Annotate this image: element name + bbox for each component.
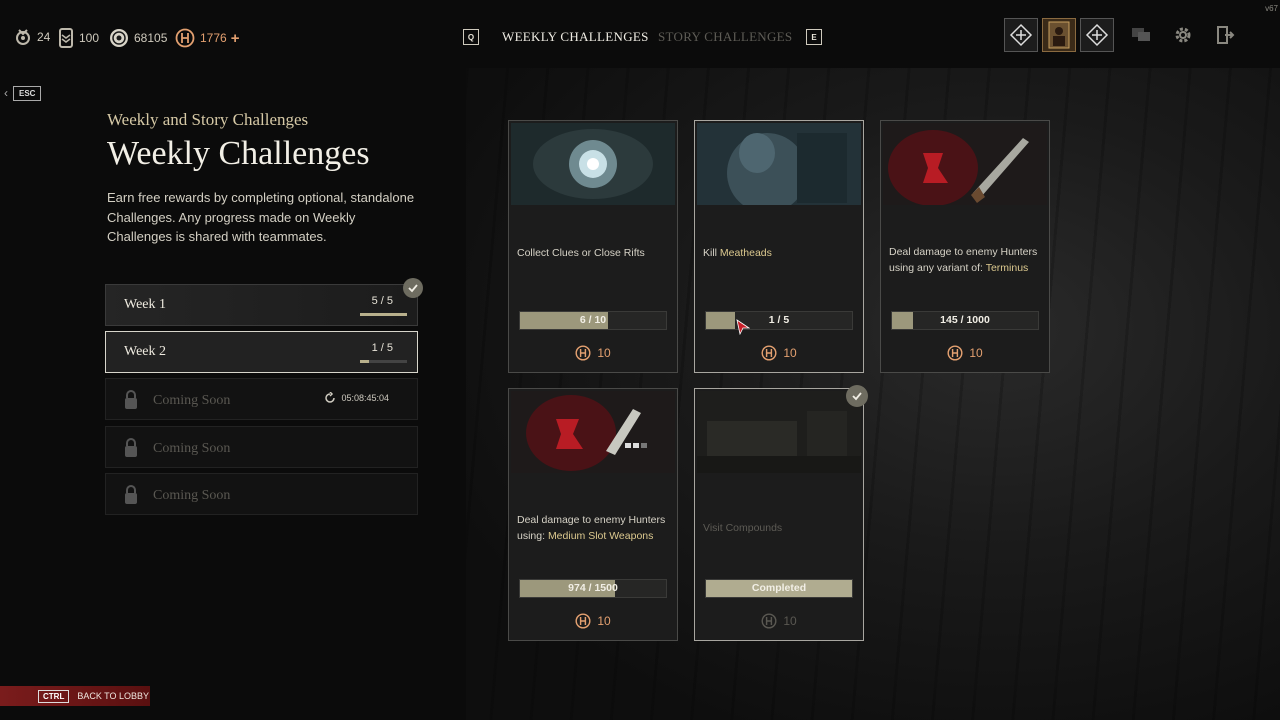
challenge-progress-text: 974 / 1500 <box>568 582 618 594</box>
refresh-icon <box>325 392 336 403</box>
lock-icon <box>125 438 137 457</box>
mouse-cursor-icon <box>736 319 750 335</box>
challenge-reward: 10 <box>509 613 677 629</box>
challenge-progress-text: Completed <box>751 582 807 594</box>
lock-icon <box>125 485 137 504</box>
challenge-progress-bar: 974 / 1500 <box>519 579 667 598</box>
challenge-card-meatheads[interactable]: Kill Meatheads 1 / 5 10 <box>694 120 864 373</box>
challenge-image-terminus <box>883 123 1047 205</box>
ctrl-key-label: CTRL <box>38 689 70 703</box>
page-subtitle: Weekly and Story Challenges <box>107 110 309 129</box>
challenge-progress-text: 6 / 10 <box>579 314 607 326</box>
trait-slot-button-2[interactable] <box>1080 18 1114 52</box>
week-item-1[interactable]: Week 1 5 / 5 <box>105 284 418 326</box>
settings-button[interactable] <box>1166 18 1200 52</box>
challenge-progress-bar: Completed <box>705 579 853 598</box>
locked-label: Coming Soon <box>153 393 231 408</box>
challenge-reward: 10 <box>695 345 863 361</box>
exit-door-icon <box>1217 26 1235 44</box>
week-label: Week 1 <box>124 297 167 312</box>
hunt-dollars-value: 68105 <box>134 31 168 45</box>
challenge-card-terminus[interactable]: Deal damage to enemy Hunters using any v… <box>880 120 1050 373</box>
medal-icon <box>16 29 30 45</box>
challenge-image-compound <box>697 391 861 473</box>
chat-icon <box>1132 28 1150 41</box>
challenge-description: Visit Compounds <box>703 522 783 534</box>
unlock-timer: 05:08:45:04 <box>324 392 389 404</box>
challenge-description: Collect Clues or Close Rifts <box>517 247 645 259</box>
back-to-lobby-button[interactable]: CTRL BACK TO LOBBY <box>0 686 150 706</box>
locked-week-item: Coming Soon <box>105 473 418 515</box>
check-icon <box>846 385 868 407</box>
currency-medals: 24 <box>14 28 50 46</box>
rank-icon <box>59 28 73 48</box>
challenge-reward: 10 <box>881 345 1049 361</box>
check-icon <box>403 278 423 298</box>
medals-value: 24 <box>37 30 51 44</box>
week-progress-count: 5 / 5 <box>371 295 393 307</box>
challenge-progress-bar: 6 / 10 <box>519 311 667 330</box>
tab-prev-key[interactable]: Q <box>463 29 479 45</box>
challenge-description: Deal damage to enemy Hunters using: Medi… <box>517 514 666 542</box>
tab-weekly-challenges[interactable]: WEEKLY CHALLENGES <box>502 29 649 45</box>
challenge-image-meathead <box>697 123 861 205</box>
blood-bonds-icon <box>947 345 963 361</box>
gear-icon <box>1175 27 1191 43</box>
challenge-description: Deal damage to enemy Hunters using any v… <box>889 246 1038 274</box>
hunter-portrait-button[interactable] <box>1042 18 1076 52</box>
rank-value: 100 <box>79 31 100 45</box>
challenge-progress-text: 145 / 1000 <box>940 314 990 326</box>
hunt-dollars-icon <box>110 29 128 47</box>
challenge-reward: 10 <box>509 345 677 361</box>
tab-story-challenges[interactable]: STORY CHALLENGES <box>658 29 792 45</box>
week-item-2[interactable]: Week 2 1 / 5 <box>105 331 418 373</box>
currency-rank: 100 <box>58 28 99 48</box>
challenge-image-rift <box>511 123 675 205</box>
chat-button[interactable] <box>1124 18 1158 52</box>
diamond-cross-icon <box>1085 23 1109 47</box>
week-progress-count: 1 / 5 <box>371 342 393 354</box>
currency-hunt-dollars: 68105 <box>109 28 167 48</box>
esc-key-label: ESC <box>13 85 42 101</box>
challenge-card-compounds[interactable]: Visit Compounds Completed 10 <box>694 388 864 641</box>
challenge-progress-text: 1 / 5 <box>768 314 790 326</box>
blood-bonds-icon <box>575 345 591 361</box>
blood-bonds-value: 1776 <box>200 31 227 45</box>
add-blood-bonds-button[interactable]: + <box>231 30 240 47</box>
hunter-portrait-icon <box>1048 21 1070 49</box>
blood-bonds-icon <box>575 613 591 629</box>
challenge-card-clues[interactable]: Collect Clues or Close Rifts 6 / 10 10 <box>508 120 678 373</box>
challenge-card-medium-weapons[interactable]: Deal damage to enemy Hunters using: Medi… <box>508 388 678 641</box>
challenge-progress-bar: 145 / 1000 <box>891 311 1039 330</box>
week-label: Week 2 <box>124 344 167 359</box>
timer-value: 05:08:45:04 <box>341 393 389 403</box>
locked-label: Coming Soon <box>153 441 231 456</box>
blood-bonds-icon <box>175 28 195 48</box>
week-progress-bar <box>360 360 407 363</box>
currency-blood-bonds: 1776 + <box>175 28 239 48</box>
lock-icon <box>125 390 137 409</box>
locked-week-item: Coming Soon <box>105 426 418 468</box>
top-bar: 24 100 68105 1776 + Q WEEKLY CHALLENGES … <box>0 0 1280 68</box>
challenge-description: Kill Meatheads <box>703 247 772 259</box>
esc-back-button[interactable]: ‹ ESC <box>0 82 50 104</box>
locked-week-item: Coming Soon 05:08:45:04 <box>105 378 418 420</box>
diamond-cross-icon <box>1009 23 1033 47</box>
challenge-reward: 10 <box>695 613 863 629</box>
exit-button[interactable] <box>1208 18 1242 52</box>
locked-label: Coming Soon <box>153 488 231 503</box>
blood-bonds-icon <box>761 345 777 361</box>
challenge-progress-bar: 1 / 5 <box>705 311 853 330</box>
page-title: Weekly Challenges <box>107 135 370 172</box>
challenge-image-medium-weapon <box>511 391 675 473</box>
week-progress-bar <box>360 313 407 316</box>
back-to-lobby-label: BACK TO LOBBY <box>77 691 150 701</box>
page-description: Earn free rewards by completing optional… <box>107 190 415 244</box>
trait-slot-button-1[interactable] <box>1004 18 1038 52</box>
blood-bonds-icon <box>761 613 777 629</box>
chevron-left-icon: ‹ <box>4 86 8 100</box>
tab-next-key[interactable]: E <box>806 29 822 45</box>
